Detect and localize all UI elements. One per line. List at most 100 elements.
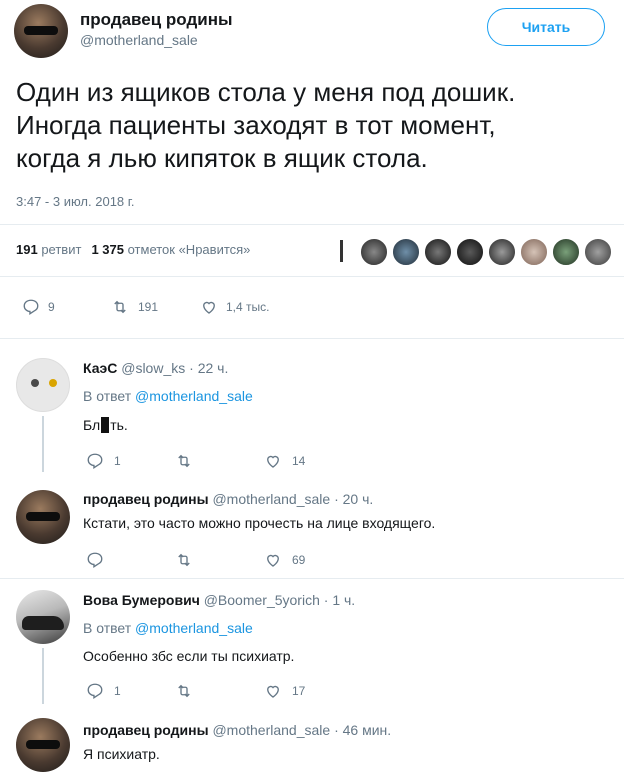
retweet-icon bbox=[178, 553, 190, 567]
retweets-stat[interactable]: 191 ретвит bbox=[16, 242, 81, 257]
reply-text: Особенно збс если ты психиатр. bbox=[83, 648, 295, 664]
likes-count: 1 375 bbox=[91, 242, 124, 257]
reply-time[interactable]: · 22 ч. bbox=[189, 360, 228, 376]
retweet-count: 191 bbox=[138, 300, 159, 314]
divider bbox=[0, 578, 624, 579]
liker-avatar[interactable] bbox=[360, 238, 388, 266]
reply-avatar[interactable] bbox=[16, 718, 70, 772]
retweet-action[interactable] bbox=[174, 682, 194, 700]
reply-icon bbox=[87, 453, 103, 469]
like-count: 17 bbox=[292, 684, 306, 698]
retweets-label: ретвит bbox=[41, 242, 82, 257]
reply-to-mention[interactable]: @motherland_sale bbox=[135, 388, 253, 404]
reply-count: 1 bbox=[114, 454, 121, 468]
reply-icon bbox=[23, 299, 39, 315]
liker-separator bbox=[340, 240, 343, 262]
tweet-text-line: Иногда пациенты заходят в тот момент, bbox=[16, 110, 496, 140]
like-count: 1,4 тыс. bbox=[226, 300, 270, 314]
reply-action[interactable]: 9 bbox=[22, 298, 55, 316]
tweet-text-line: Один из ящиков стола у меня под дошик. bbox=[16, 77, 516, 107]
follow-button[interactable]: Читать bbox=[487, 8, 605, 46]
reply-time[interactable]: · 20 ч. bbox=[334, 491, 373, 507]
reply-action[interactable] bbox=[86, 551, 104, 569]
reply-header: КаэС @slow_ks · 22 ч. bbox=[83, 360, 228, 376]
liker-avatar[interactable] bbox=[424, 238, 452, 266]
reply-avatar[interactable] bbox=[16, 590, 70, 644]
like-count: 69 bbox=[292, 553, 306, 567]
reply-to-mention[interactable]: @motherland_sale bbox=[135, 620, 253, 636]
avatar-sunglasses bbox=[24, 26, 58, 35]
censor-block bbox=[101, 417, 110, 433]
divider bbox=[0, 338, 624, 339]
like-action[interactable]: 14 bbox=[264, 452, 305, 470]
reply-count: 9 bbox=[48, 300, 55, 314]
tweet-text: Один из ящиков стола у меня под дошик. И… bbox=[16, 76, 616, 175]
heart-icon bbox=[267, 685, 279, 698]
tweet-timestamp[interactable]: 3:47 - 3 июл. 2018 г. bbox=[16, 194, 135, 209]
reply-text-before: Бл bbox=[83, 417, 101, 433]
likes-label: отметок «Нравится» bbox=[127, 242, 251, 257]
heart-icon bbox=[203, 301, 215, 314]
like-action[interactable]: 69 bbox=[264, 551, 305, 569]
like-count: 14 bbox=[292, 454, 306, 468]
divider bbox=[0, 224, 624, 225]
reply-to-line: В ответ @motherland_sale bbox=[83, 620, 253, 636]
author-name[interactable]: продавец родины bbox=[80, 10, 233, 30]
retweet-action[interactable]: 191 bbox=[110, 298, 158, 316]
reply-author-name[interactable]: продавец родины bbox=[83, 491, 209, 507]
reply-header: Вова Бумерович @Boomer_5yorich · 1 ч. bbox=[83, 592, 355, 608]
reply-author-handle[interactable]: @motherland_sale bbox=[212, 722, 330, 738]
like-action[interactable]: 17 bbox=[264, 682, 305, 700]
avatar-sunglasses bbox=[26, 740, 60, 749]
reply-text: Я психиатр. bbox=[83, 746, 160, 762]
retweet-action[interactable] bbox=[174, 551, 194, 569]
reply-text: Кстати, это часто можно прочесть на лице… bbox=[83, 515, 436, 531]
reply-text-after: ть. bbox=[110, 417, 128, 433]
reply-avatar[interactable] bbox=[16, 358, 70, 412]
reply-action[interactable]: 1 bbox=[86, 682, 121, 700]
tweet-text-line: когда я лью кипяток в ящик стола. bbox=[16, 143, 428, 173]
reply-author-name[interactable]: Вова Бумерович bbox=[83, 592, 200, 608]
reply-text: Бл ть. bbox=[83, 417, 128, 433]
thread-line bbox=[42, 648, 44, 704]
heart-icon bbox=[267, 554, 279, 567]
author-handle[interactable]: @motherland_sale bbox=[80, 32, 198, 48]
retweets-count: 191 bbox=[16, 242, 38, 257]
avatar-sunglasses bbox=[26, 512, 60, 521]
retweet-icon bbox=[114, 300, 126, 314]
reply-to-line: В ответ @motherland_sale bbox=[83, 388, 253, 404]
avatar-cat-eye bbox=[49, 379, 57, 387]
reply-author-handle[interactable]: @slow_ks bbox=[121, 360, 185, 376]
like-action[interactable]: 1,4 тыс. bbox=[200, 298, 269, 316]
likers-avatars bbox=[360, 238, 616, 266]
reply-author-handle[interactable]: @motherland_sale bbox=[212, 491, 330, 507]
liker-avatar[interactable] bbox=[520, 238, 548, 266]
likes-stat[interactable]: 1 375 отметок «Нравится» bbox=[91, 242, 250, 257]
reply-action[interactable]: 1 bbox=[86, 452, 121, 470]
reply-to-prefix: В ответ bbox=[83, 388, 132, 404]
avatar-cat-eye bbox=[31, 379, 39, 387]
retweet-action[interactable] bbox=[174, 452, 194, 470]
reply-to-prefix: В ответ bbox=[83, 620, 132, 636]
thread-line bbox=[42, 416, 44, 472]
reply-time[interactable]: · 46 мин. bbox=[334, 722, 391, 738]
retweet-icon bbox=[178, 454, 190, 468]
liker-avatar[interactable] bbox=[488, 238, 516, 266]
liker-avatar[interactable] bbox=[552, 238, 580, 266]
reply-avatar[interactable] bbox=[16, 490, 70, 544]
stats-row: 191 ретвит 1 375 отметок «Нравится» bbox=[16, 242, 250, 257]
liker-avatar[interactable] bbox=[584, 238, 612, 266]
heart-icon bbox=[267, 455, 279, 468]
reply-count: 1 bbox=[114, 684, 121, 698]
divider bbox=[0, 276, 624, 277]
author-avatar[interactable] bbox=[14, 4, 68, 58]
reply-author-name[interactable]: продавец родины bbox=[83, 722, 209, 738]
reply-author-name[interactable]: КаэС bbox=[83, 360, 117, 376]
reply-icon bbox=[87, 552, 103, 568]
reply-author-handle[interactable]: @Boomer_5yorich bbox=[204, 592, 320, 608]
reply-icon bbox=[87, 683, 103, 699]
reply-time[interactable]: · 1 ч. bbox=[324, 592, 355, 608]
liker-avatar[interactable] bbox=[456, 238, 484, 266]
liker-avatar[interactable] bbox=[392, 238, 420, 266]
avatar-car bbox=[22, 616, 64, 630]
